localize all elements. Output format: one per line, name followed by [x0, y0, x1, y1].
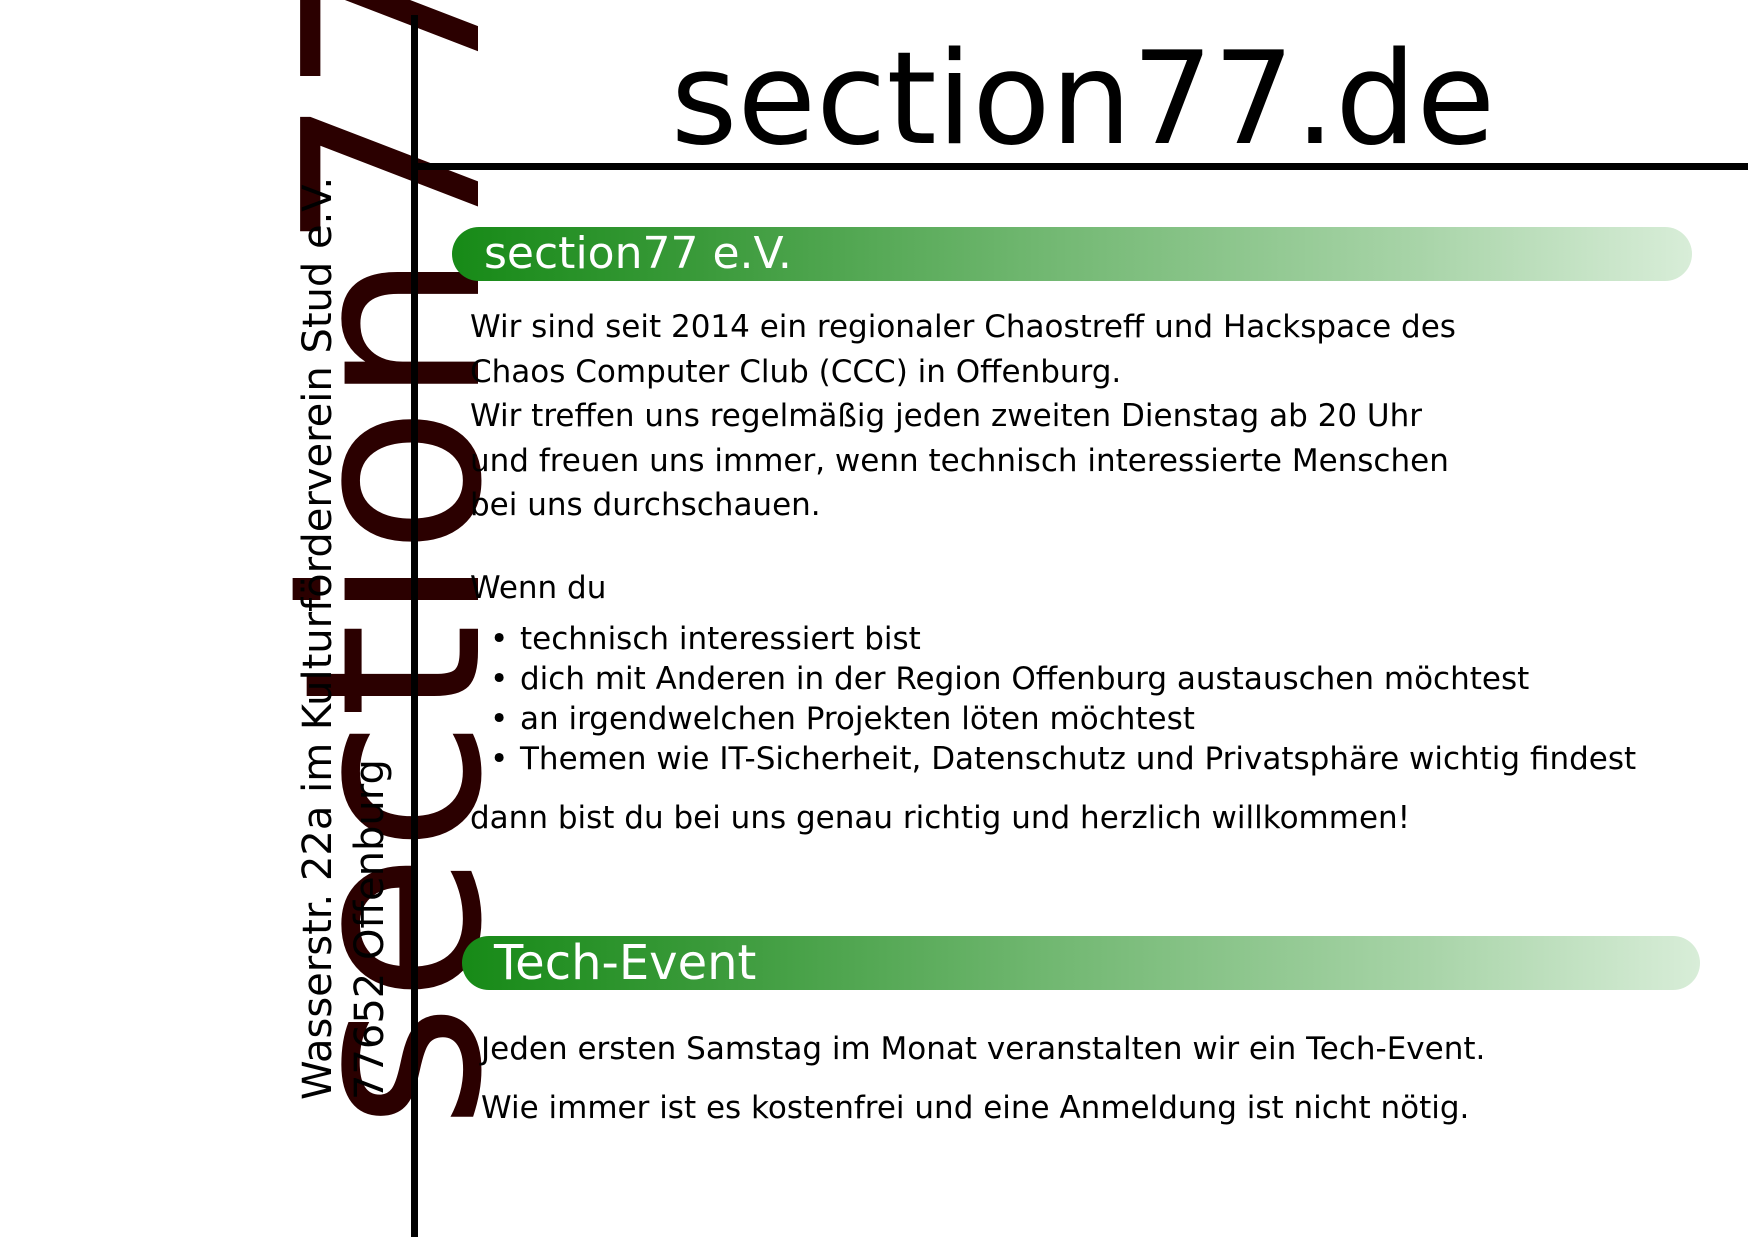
bullet-icon: • [490, 701, 509, 737]
address-street: Wasserstr. 22a im Kulturförderverein Stu… [295, 176, 341, 1100]
about-line: Chaos Computer Club (CCC) in Offenburg. [470, 353, 1122, 390]
about-line: Wir treffen uns regelmäßig jeden zweiten… [470, 398, 1422, 434]
about-line: und freuen uns immer, wenn technisch int… [470, 442, 1449, 479]
bullet-icon: • [490, 661, 509, 697]
list-item: • dich mit Anderen in der Region Offenbu… [490, 659, 1636, 699]
vertical-divider [411, 15, 418, 1237]
section-heading-tech-event: Tech-Event [462, 936, 1700, 990]
about-line: Wir sind seit 2014 ein regionaler Chaost… [470, 309, 1456, 345]
list-item-text: an irgendwelchen Projekten löten möchtes… [520, 701, 1195, 737]
site-title: section77.de [670, 25, 1496, 174]
list-item: • technisch interessiert bist [490, 619, 1636, 659]
bullet-icon: • [490, 741, 509, 777]
welcome-line: dann bist du bei uns genau richtig und h… [470, 800, 1411, 836]
tech-event-line: Jeden ersten Samstag im Monat veranstalt… [481, 1031, 1486, 1067]
about-line: bei uns durchschauen. [470, 487, 821, 523]
section-heading-about: section77 e.V. [452, 227, 1692, 281]
list-item-text: technisch interessiert bist [520, 621, 921, 657]
list-intro: Wenn du [470, 570, 607, 606]
brand-address: Wasserstr. 22a im Kulturförderverein Stu… [292, 177, 396, 1100]
criteria-list: • technisch interessiert bist • dich mit… [490, 619, 1636, 779]
bullet-icon: • [490, 621, 509, 657]
list-item-text: dich mit Anderen in der Region Offenburg… [520, 661, 1530, 697]
about-paragraph: Wir sind seit 2014 ein regionaler Chaost… [470, 305, 1456, 528]
list-item: • an irgendwelchen Projekten löten möcht… [490, 699, 1636, 739]
list-item: • Themen wie IT-Sicherheit, Datenschutz … [490, 739, 1636, 779]
list-item-text: Themen wie IT-Sicherheit, Datenschutz un… [520, 741, 1637, 777]
tech-event-line: Wie immer ist es kostenfrei und eine Anm… [481, 1090, 1470, 1126]
address-city: 77652 Offenburg [347, 759, 393, 1100]
tech-event-text: Jeden ersten Samstag im Monat veranstalt… [481, 1020, 1485, 1138]
